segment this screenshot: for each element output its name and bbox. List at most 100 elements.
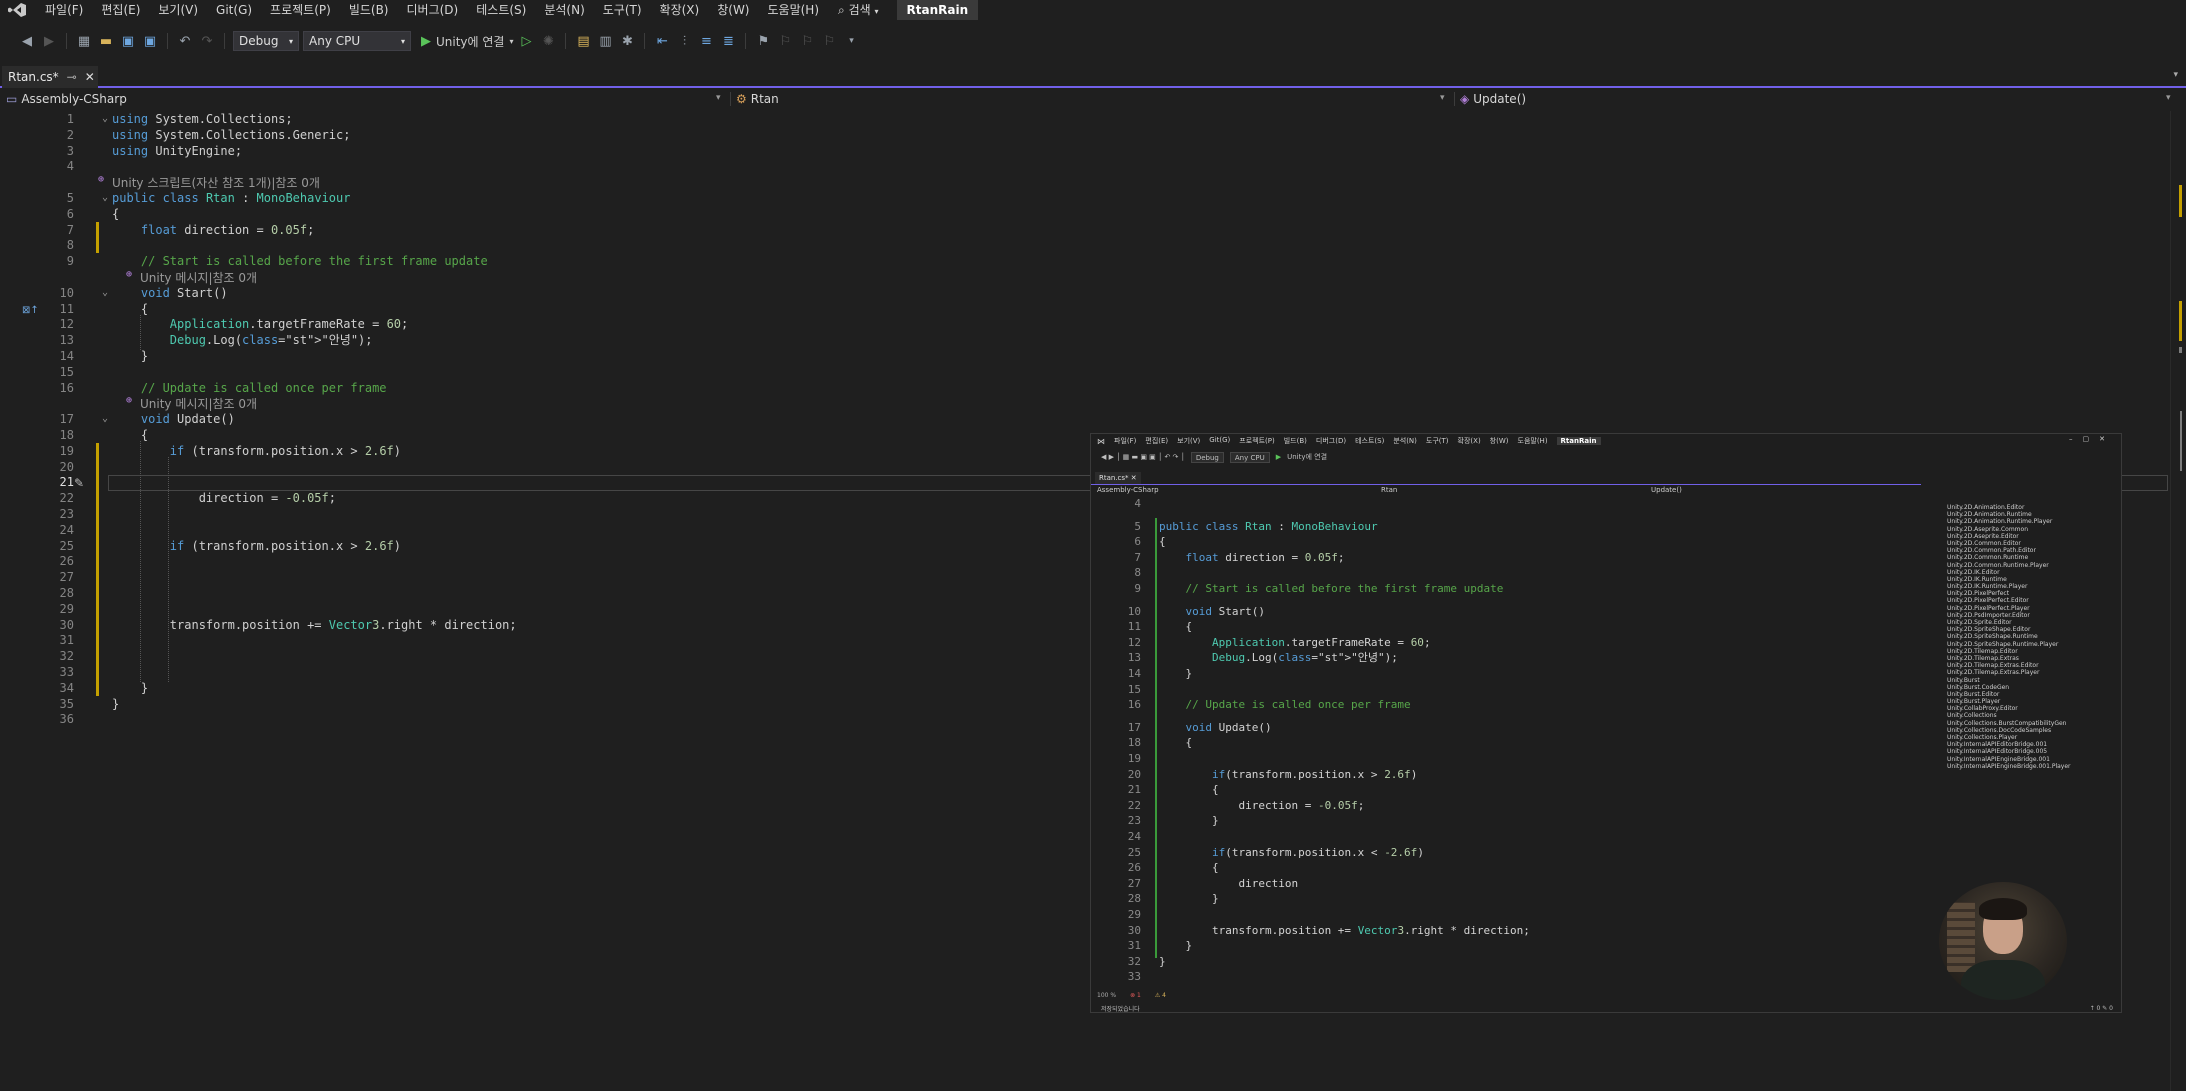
overlay-bottom-bar: 저장되었습니다 ↑ 0 ✎ 0 bbox=[1091, 1002, 2121, 1013]
menu-item[interactable]: 도구(T) bbox=[594, 0, 651, 20]
hot-reload-icon[interactable]: ✺ bbox=[539, 32, 557, 50]
toolbar-icons: ◀ ▶ │ ▦ ▬ ▣ ▣ │ ↶ ↷ │ bbox=[1101, 453, 1185, 461]
overlay-code-text: { bbox=[1159, 861, 1219, 875]
line-number: 22 bbox=[59, 491, 74, 506]
bookmark-next-icon[interactable]: ⚐ bbox=[798, 32, 816, 50]
line-number: 18 bbox=[59, 428, 74, 442]
tab-list-dropdown-icon[interactable]: ▾ bbox=[2173, 70, 2178, 80]
format-icon[interactable]: ⫶ bbox=[675, 32, 693, 50]
codelens-hint[interactable]: Unity 메시지|참조 0개 bbox=[140, 395, 257, 412]
toolbar-overflow-icon[interactable]: ▾ bbox=[842, 32, 860, 50]
overlay-code-text: } bbox=[1159, 892, 1219, 906]
menu-item[interactable]: 보기(V) bbox=[149, 0, 207, 20]
uncomment-icon[interactable]: ≣ bbox=[719, 32, 737, 50]
line-number: 23 bbox=[59, 507, 74, 521]
member-dropdown[interactable]: ◈ Update() bbox=[1460, 90, 1526, 108]
overlay-line-number: 27 bbox=[1127, 876, 1141, 890]
overlay-code-line: 19 bbox=[1091, 751, 1911, 767]
line-number: 21 bbox=[59, 475, 74, 490]
step-icon[interactable]: ⇤ bbox=[653, 32, 671, 50]
fold-chevron-icon[interactable]: ⌄ bbox=[102, 285, 108, 301]
code-line: 6{ bbox=[0, 206, 2170, 222]
search-box[interactable]: ⌕ 검색 ▾ bbox=[828, 0, 889, 20]
codelens-hint[interactable]: Unity 메시지|참조 0개 bbox=[140, 269, 257, 286]
overlay-line-number: 24 bbox=[1127, 830, 1141, 843]
fold-chevron-icon[interactable]: ⌄ bbox=[102, 190, 108, 206]
bookmark-clear-icon[interactable]: ⚐ bbox=[820, 32, 838, 50]
project-dropdown[interactable]: ▭ Assembly-CSharp bbox=[6, 90, 127, 108]
window-controls-icon: –▢✕ bbox=[2069, 435, 2115, 443]
overlay-menu-item: 테스트(S) bbox=[1355, 437, 1385, 445]
save-icon[interactable]: ▣ bbox=[119, 32, 137, 50]
code-text: } bbox=[112, 349, 149, 363]
codelens-hint[interactable]: Unity 스크립트(자산 참조 1개)|참조 0개 bbox=[112, 174, 320, 191]
bookmark-prev-icon[interactable]: ⚐ bbox=[776, 32, 794, 50]
comment-icon[interactable]: ≡ bbox=[697, 32, 715, 50]
overlay-solution-item: Unity.2D.Aseprite.Editor bbox=[1947, 532, 2019, 540]
line-number: 6 bbox=[66, 206, 74, 221]
code-line: 4 bbox=[0, 158, 2170, 174]
menu-item[interactable]: 파일(F) bbox=[36, 0, 92, 20]
code-line: 1 using System.Collections; ⌄ bbox=[0, 111, 2170, 127]
overlay-code-text: void Start() bbox=[1185, 604, 1265, 618]
attach-unity-button[interactable]: ▶ Unity에 연결 ▾ bbox=[421, 33, 513, 50]
configuration-select[interactable]: Debug ▾ bbox=[233, 31, 299, 51]
redo-icon[interactable]: ↷ bbox=[198, 32, 216, 50]
overlay-solution-item: Unity.Collections.BurstCompatibilityGen bbox=[1947, 719, 2067, 727]
menu-item[interactable]: 편집(E) bbox=[92, 0, 149, 20]
overlay-code-line: 10 void Start() bbox=[1091, 604, 1911, 620]
menu-item[interactable]: 빌드(B) bbox=[340, 0, 398, 20]
fold-chevron-icon[interactable]: ⌄ bbox=[102, 111, 108, 127]
save-all-icon[interactable]: ▣ bbox=[141, 32, 159, 50]
solution-explorer-icon[interactable]: ▤ bbox=[574, 32, 592, 50]
overlay-line-number: 26 bbox=[1127, 861, 1141, 875]
indent-guide bbox=[140, 441, 141, 682]
start-without-debugging-icon[interactable]: ▷ bbox=[517, 32, 535, 50]
close-icon[interactable]: ✕ bbox=[85, 70, 95, 84]
navigate-back-icon[interactable]: ◀ bbox=[18, 32, 36, 50]
overlay-menu-item: 보기(V) bbox=[1177, 437, 1201, 445]
new-project-icon[interactable]: ▦ bbox=[75, 32, 93, 50]
overlay-line-number: 20 bbox=[1127, 767, 1141, 781]
menu-item[interactable]: 확장(X) bbox=[651, 0, 709, 20]
line-number: 15 bbox=[59, 364, 74, 379]
menu-item[interactable]: 프로젝트(P) bbox=[261, 0, 340, 20]
line-number: 31 bbox=[59, 633, 74, 648]
overlay-class: Rtan bbox=[1381, 486, 1398, 494]
overlay-solution-item: Unity.Burst.CodeGen bbox=[1947, 683, 2010, 691]
line-number: 16 bbox=[59, 380, 74, 395]
menu-item[interactable]: 테스트(S) bbox=[467, 0, 535, 20]
class-dropdown[interactable]: ⚙ Rtan bbox=[736, 90, 779, 108]
pin-icon[interactable]: ⊸ bbox=[67, 70, 77, 84]
open-file-icon[interactable]: ▬ bbox=[97, 32, 115, 50]
code-line: 12 Application.targetFrameRate = 60; bbox=[0, 316, 2170, 332]
menu-item[interactable]: 디버그(D) bbox=[398, 0, 468, 20]
line-number: 28 bbox=[59, 586, 74, 600]
overlay-solution-item: Unity.2D.Common.Path.Editor bbox=[1947, 547, 2036, 555]
platform-value: Any CPU bbox=[309, 34, 361, 48]
code-text: { bbox=[112, 206, 120, 221]
bookmark-icon[interactable]: ⚑ bbox=[754, 32, 772, 50]
navigate-forward-icon[interactable]: ▶ bbox=[40, 32, 58, 50]
debug-options-icon[interactable]: ✱ bbox=[618, 32, 636, 50]
fold-chevron-icon[interactable]: ⌄ bbox=[102, 411, 108, 427]
undo-icon[interactable]: ↶ bbox=[176, 32, 194, 50]
menu-item[interactable]: 창(W) bbox=[708, 0, 758, 20]
code-line: 13 Debug.Log(class="st">"안녕"); bbox=[0, 332, 2170, 348]
code-text: // Update is called once per frame bbox=[112, 380, 387, 395]
menu-item[interactable]: 분석(N) bbox=[535, 0, 593, 20]
attach-unity-label: Unity에 연결 bbox=[436, 34, 505, 49]
overlay-solution-item: Unity.2D.Common.Runtime bbox=[1947, 554, 2029, 562]
tab-rtan-cs[interactable]: Rtan.cs* ⊸ ✕ bbox=[2, 66, 98, 88]
overlay-solution-item: Unity.2D.IK.Runtime.Player bbox=[1947, 583, 2028, 591]
menu-item[interactable]: 도움말(H) bbox=[759, 0, 829, 20]
quick-action-brush-icon[interactable]: ✎ bbox=[74, 476, 84, 490]
overlay-menu-item: 디버그(D) bbox=[1315, 437, 1347, 445]
overlay-line-number: 14 bbox=[1127, 667, 1141, 680]
overlay-code-text: { bbox=[1159, 783, 1219, 797]
menu-item[interactable]: Git(G) bbox=[207, 0, 261, 20]
class-icon: ⚙ bbox=[736, 92, 747, 106]
platform-select[interactable]: Any CPU ▾ bbox=[303, 31, 411, 51]
vertical-scrollbar[interactable] bbox=[2170, 111, 2186, 1091]
layout-icon[interactable]: ▥ bbox=[596, 32, 614, 50]
